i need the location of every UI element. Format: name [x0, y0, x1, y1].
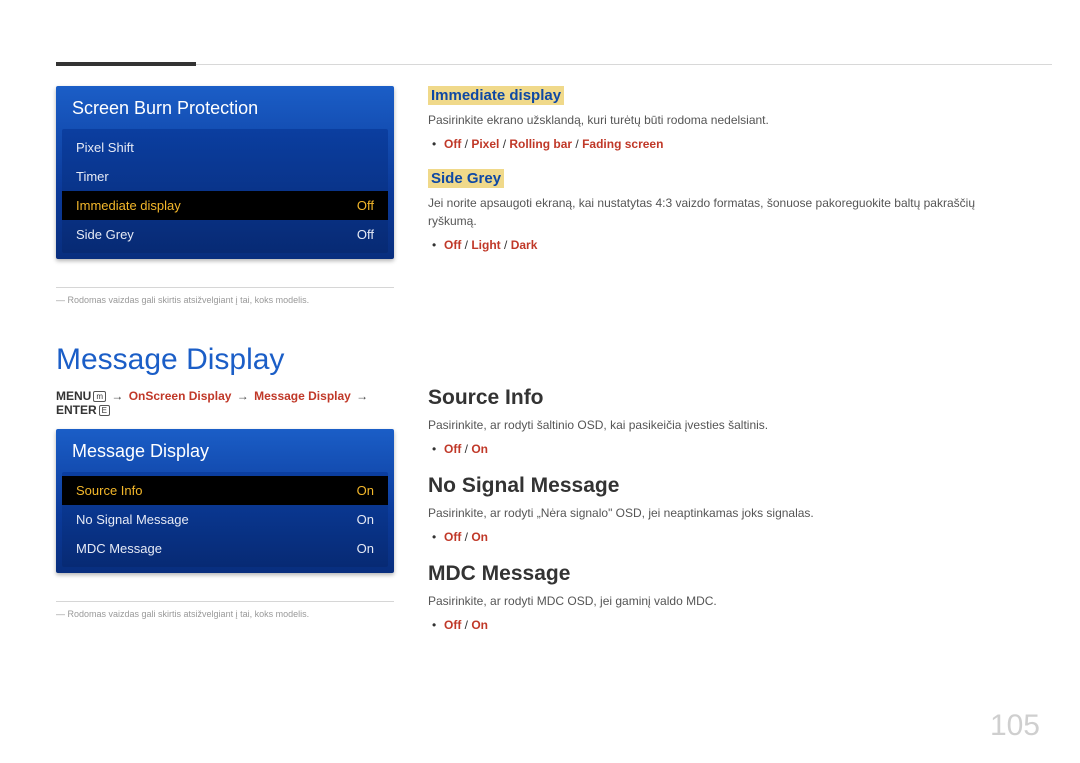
osd-row-no-signal-message[interactable]: No Signal Message On — [62, 505, 388, 534]
osd-row-value: Off — [357, 227, 374, 242]
opt: Off — [444, 618, 461, 632]
osd-body: Pixel Shift Timer Immediate display Off … — [62, 129, 388, 253]
section-title-message-display: Message Display — [56, 343, 394, 377]
osd-title: Message Display — [56, 429, 394, 472]
osd-row-value: On — [357, 483, 374, 498]
enter-label: ENTER — [56, 403, 97, 417]
osd-row-mdc-message[interactable]: MDC Message On — [62, 534, 388, 563]
osd-row-label: Timer — [76, 169, 109, 184]
osd-row-label: Immediate display — [76, 198, 181, 213]
heading-source-info: Source Info — [428, 386, 1014, 410]
opt: Off — [444, 442, 461, 456]
arrow-icon: → — [356, 389, 368, 403]
osd-row-label: MDC Message — [76, 541, 162, 556]
osd-body: Source Info On No Signal Message On MDC … — [62, 472, 388, 567]
menu-icon: m — [93, 391, 106, 402]
opt: Rolling bar — [509, 137, 572, 151]
para: Pasirinkite, ar rodyti MDC OSD, jei gami… — [428, 592, 1014, 610]
opt: Dark — [511, 238, 538, 252]
opt: On — [471, 618, 488, 632]
opt: Off — [444, 238, 461, 252]
block-immediate-display: Immediate display Pasirinkite ekrano užs… — [428, 86, 1014, 151]
para: Pasirinkite, ar rodyti šaltinio OSD, kai… — [428, 416, 1014, 434]
block-side-grey: Side Grey Jei norite apsaugoti ekraną, k… — [428, 169, 1014, 252]
para: Pasirinkite ekrano užsklandą, kuri turėt… — [428, 111, 1014, 129]
heading-side-grey: Side Grey — [428, 169, 504, 188]
footnote: ― Rodomas vaizdas gali skirtis atsižvelg… — [56, 608, 394, 621]
arrow-icon: → — [237, 389, 249, 403]
opt: Pixel — [471, 137, 499, 151]
osd-row-timer[interactable]: Timer — [62, 162, 388, 191]
arrow-icon: → — [111, 389, 123, 403]
osd-message-display: Message Display Source Info On No Signal… — [56, 429, 394, 573]
osd-row-label: Side Grey — [76, 227, 134, 242]
osd-row-label: No Signal Message — [76, 512, 189, 527]
para: Pasirinkite, ar rodyti „Nėra signalo" OS… — [428, 504, 1014, 522]
block-no-signal: No Signal Message Pasirinkite, ar rodyti… — [428, 474, 1014, 544]
header-rule-thick — [56, 62, 196, 66]
block-source-info: Source Info Pasirinkite, ar rodyti šalti… — [428, 386, 1014, 456]
footnote-rule — [56, 601, 394, 602]
opt: On — [471, 530, 488, 544]
block-mdc: MDC Message Pasirinkite, ar rodyti MDC O… — [428, 562, 1014, 632]
opt: Off — [444, 530, 461, 544]
path-part: Message Display — [254, 389, 351, 403]
path-part: OnScreen Display — [129, 389, 232, 403]
options-immediate-display: Off / Pixel / Rolling bar / Fading scree… — [444, 137, 1014, 151]
osd-row-side-grey[interactable]: Side Grey Off — [62, 220, 388, 249]
heading-mdc: MDC Message — [428, 562, 1014, 586]
osd-screen-burn-protection: Screen Burn Protection Pixel Shift Timer… — [56, 86, 394, 259]
opt: Light — [471, 238, 500, 252]
opt: Fading screen — [582, 137, 663, 151]
osd-row-source-info[interactable]: Source Info On — [62, 476, 388, 505]
osd-row-immediate-display[interactable]: Immediate display Off — [62, 191, 388, 220]
options-side-grey: Off / Light / Dark — [444, 238, 1014, 252]
osd-row-pixel-shift[interactable]: Pixel Shift — [62, 133, 388, 162]
header-rule — [56, 64, 1052, 65]
options-no-signal: Off / On — [444, 530, 1014, 544]
osd-title: Screen Burn Protection — [56, 86, 394, 129]
osd-row-value: On — [357, 541, 374, 556]
opt: Off — [444, 137, 461, 151]
para: Jei norite apsaugoti ekraną, kai nustaty… — [428, 194, 1014, 230]
heading-immediate-display: Immediate display — [428, 86, 564, 105]
menu-label: MENU — [56, 389, 91, 403]
osd-row-label: Source Info — [76, 483, 143, 498]
osd-row-label: Pixel Shift — [76, 140, 134, 155]
heading-no-signal: No Signal Message — [428, 474, 1014, 498]
options-mdc: Off / On — [444, 618, 1014, 632]
menu-path: MENUm → OnScreen Display → Message Displ… — [56, 389, 394, 417]
osd-row-value: Off — [357, 198, 374, 213]
osd-row-value: On — [357, 512, 374, 527]
enter-icon: E — [99, 405, 110, 416]
footnote-rule — [56, 287, 394, 288]
page-number: 105 — [990, 709, 1040, 743]
opt: On — [471, 442, 488, 456]
footnote: ― Rodomas vaizdas gali skirtis atsižvelg… — [56, 294, 394, 307]
options-source-info: Off / On — [444, 442, 1014, 456]
